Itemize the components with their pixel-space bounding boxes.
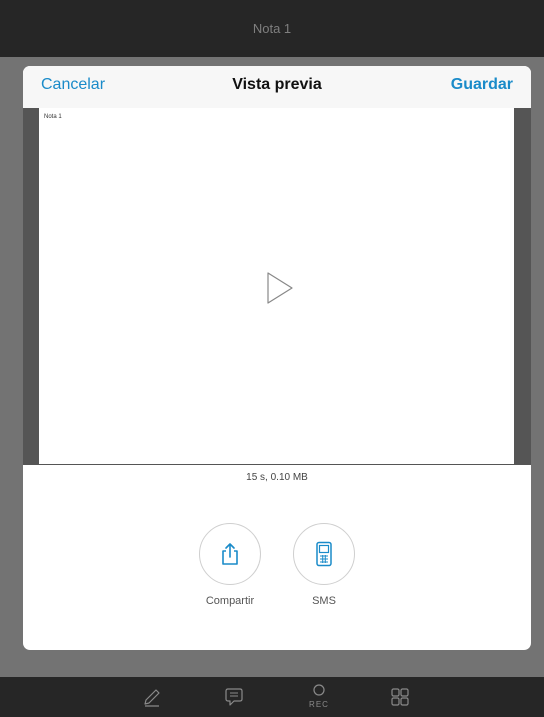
- share-button[interactable]: Compartir: [195, 523, 265, 607]
- share-button-circle[interactable]: [199, 523, 261, 585]
- preview-frame: Nota 1: [23, 108, 531, 465]
- record-label: REC: [309, 700, 329, 709]
- sms-button-circle[interactable]: [293, 523, 355, 585]
- app-title: Nota 1: [252, 21, 292, 36]
- phone-icon: [316, 541, 332, 567]
- preview-note-title: Nota 1: [44, 114, 62, 120]
- share-label: Compartir: [205, 595, 255, 607]
- sms-button[interactable]: SMS: [289, 523, 359, 607]
- pencil-icon[interactable]: [142, 687, 162, 707]
- sms-label: SMS: [312, 595, 336, 607]
- app-title-bar: Nota 1: [0, 0, 544, 57]
- record-button[interactable]: REC: [307, 683, 331, 713]
- recording-info: 15 s, 0.10 MB: [246, 472, 308, 483]
- record-icon: [313, 684, 325, 696]
- screen: Nota 1 Cancelar Vista previa Guardar Not…: [0, 0, 544, 717]
- share-icon: [222, 543, 238, 565]
- comment-icon[interactable]: [224, 687, 244, 707]
- bottom-toolbar: REC: [0, 677, 544, 717]
- play-icon[interactable]: [266, 271, 294, 305]
- grid-icon[interactable]: [390, 687, 410, 707]
- share-options: Compartir SMS: [23, 523, 531, 623]
- preview-modal: Cancelar Vista previa Guardar Nota 1 15 …: [23, 66, 531, 650]
- preview-page: Nota 1: [39, 108, 514, 464]
- save-button[interactable]: Guardar: [451, 76, 513, 94]
- modal-header: Cancelar Vista previa Guardar: [23, 66, 531, 109]
